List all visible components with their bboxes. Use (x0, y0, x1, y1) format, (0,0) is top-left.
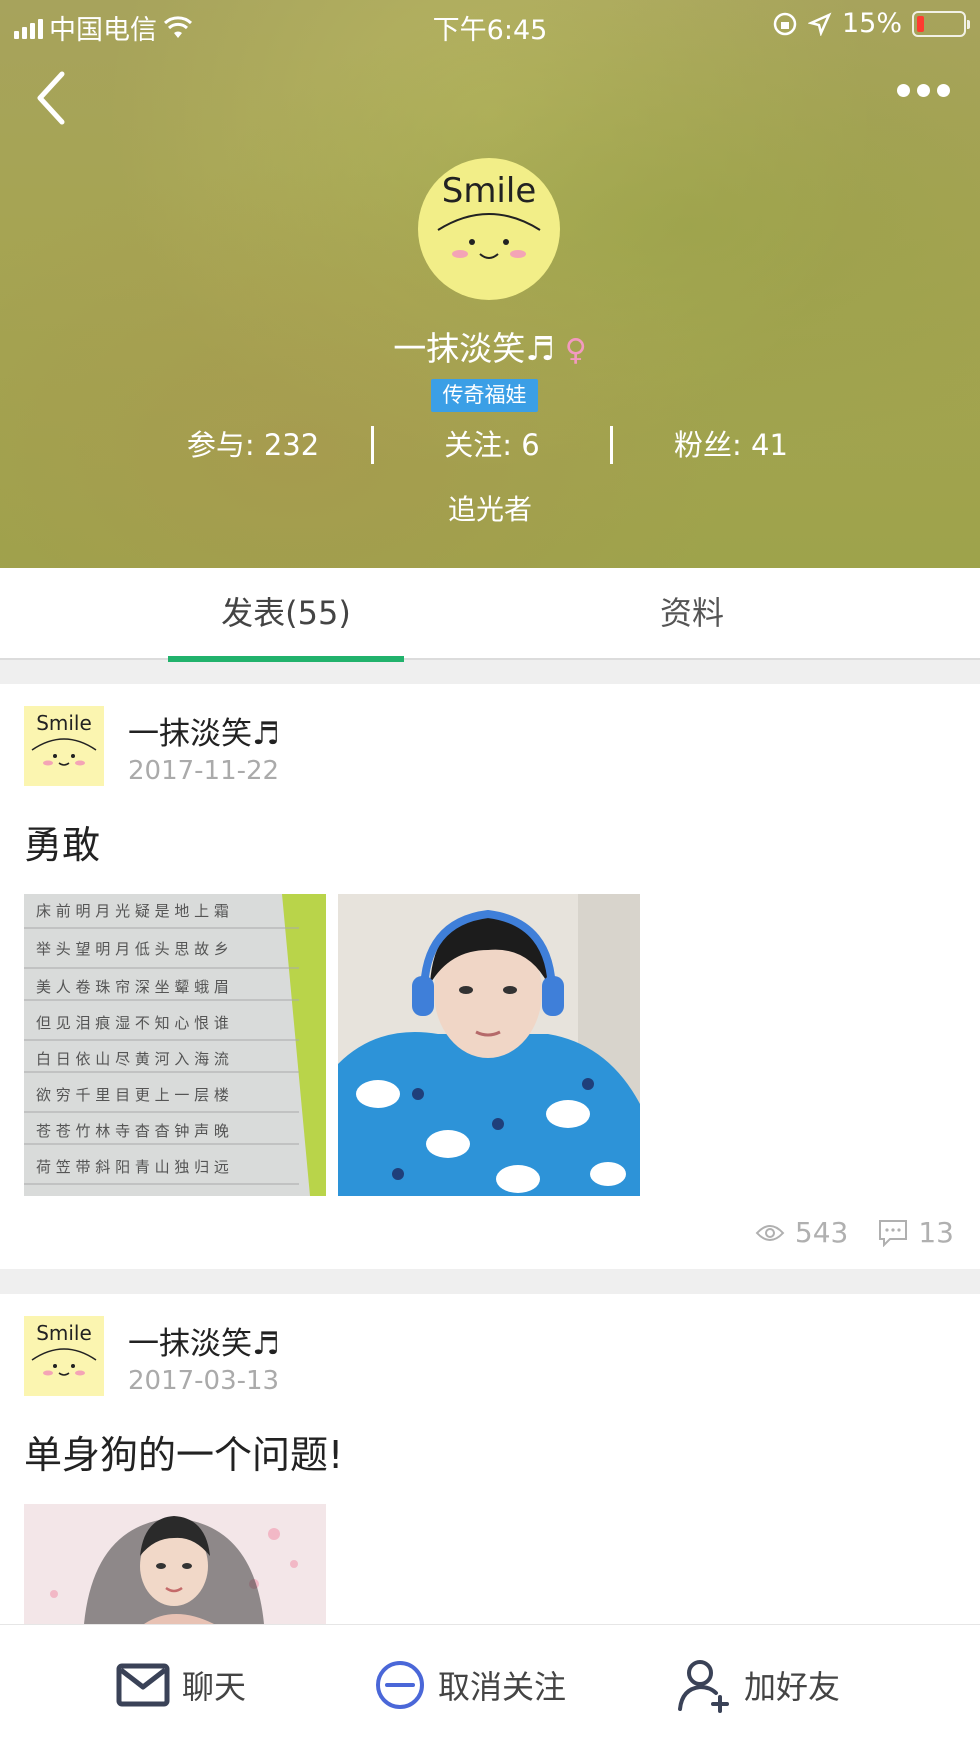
add-friend-label: 加好友 (744, 1667, 841, 1706)
chat-label: 聊天 (182, 1667, 247, 1706)
svg-text:Smile: Smile (36, 711, 92, 735)
tab-posts[interactable]: 发表(55) (168, 568, 404, 662)
battery-percent: 15% (841, 8, 902, 39)
svg-text:荷 笠 带 斜 阳 青 山 独 归 远: 荷 笠 带 斜 阳 青 山 独 归 远 (36, 1158, 229, 1176)
add-person-icon (678, 1659, 729, 1713)
svg-text:白 日 依 山 尽 黄 河 入 海 流: 白 日 依 山 尽 黄 河 入 海 流 (36, 1050, 229, 1068)
views: 543 (755, 1216, 848, 1249)
eye-icon (755, 1224, 785, 1241)
tab-profile-info[interactable]: 资料 (574, 568, 810, 660)
back-button[interactable] (32, 70, 82, 130)
comment-count: 13 (918, 1216, 954, 1249)
profile-name: 一抹淡笑♬ (393, 329, 555, 368)
post-card[interactable]: Smile 一抹淡笑♬ 2017-03-13 单身狗的一个问题! (0, 1294, 980, 1624)
comment-icon (879, 1219, 908, 1247)
stat-participation[interactable]: 参与: 232 (133, 422, 373, 468)
post-meta: 543 13 (755, 1216, 954, 1249)
profile-header: 中国电信 下午6:45 15% Smile 一抹淡笑♬ ♀ 传奇福娃 参与: 23… (0, 0, 980, 568)
status-bar: 中国电信 下午6:45 15% (0, 0, 980, 50)
svg-text:Smile: Smile (442, 171, 537, 211)
bottom-action-bar: 聊天 取消关注 加好友 (0, 1624, 980, 1743)
svg-text:举 头 望 明 月 低 头 思 故 乡: 举 头 望 明 月 低 头 思 故 乡 (36, 940, 229, 958)
post-avatar[interactable]: Smile (24, 1316, 104, 1396)
post-image-illustration[interactable] (24, 1504, 326, 1624)
svg-text:苍 苍 竹 林 寺 杳 杳 钟 声 晚: 苍 苍 竹 林 寺 杳 杳 钟 声 晚 (36, 1122, 229, 1140)
profile-name-row: 一抹淡笑♬ ♀ (0, 322, 980, 370)
location-icon (807, 12, 832, 36)
battery-icon (912, 10, 970, 37)
post-image-calligraphy[interactable]: 床 前 明 月 光 疑 是 地 上 霜 举 头 望 明 月 低 头 思 故 乡 … (24, 894, 326, 1196)
unfollow-label: 取消关注 (438, 1667, 567, 1706)
tab-active-indicator (168, 656, 404, 662)
view-count: 543 (794, 1216, 849, 1249)
profile-signature: 追光者 (447, 493, 532, 526)
add-friend-button[interactable]: 加好友 (676, 1625, 840, 1743)
tab-posts-label: 发表(55) (221, 594, 351, 632)
svg-text:美 人 卷 珠 帘 深 坐 颦 蛾 眉: 美 人 卷 珠 帘 深 坐 颦 蛾 眉 (36, 978, 229, 996)
profile-stats: 参与: 232 关注: 6 粉丝: 41 (0, 422, 980, 468)
post-author[interactable]: 一抹淡笑♬ (128, 1318, 280, 1363)
mail-icon (116, 1663, 170, 1706)
unfollow-button[interactable]: 取消关注 (374, 1625, 566, 1743)
profile-avatar[interactable]: Smile (418, 158, 560, 300)
post-card[interactable]: Smile 一抹淡笑♬ 2017-11-22 勇敢 床 前 明 月 光 疑 是 … (0, 684, 980, 1269)
post-title[interactable]: 勇敢 (24, 814, 100, 869)
comments[interactable]: 13 (878, 1216, 954, 1249)
svg-text:但 见 泪 痕 湿 不 知 心 恨 谁: 但 见 泪 痕 湿 不 知 心 恨 谁 (36, 1014, 229, 1032)
more-button[interactable] (897, 84, 950, 97)
post-date: 2017-11-22 (128, 756, 280, 786)
rotation-lock-icon (773, 12, 797, 35)
tab-profile-info-label: 资料 (659, 594, 724, 632)
svg-text:Smile: Smile (36, 1321, 92, 1345)
post-title[interactable]: 单身狗的一个问题! (24, 1424, 343, 1479)
level-badge: 传奇福娃 (431, 379, 538, 412)
post-avatar[interactable]: Smile (24, 706, 104, 786)
post-image-selfie[interactable] (338, 894, 640, 1196)
post-author[interactable]: 一抹淡笑♬ (128, 708, 280, 753)
stat-following[interactable]: 关注: 6 (372, 422, 612, 468)
female-icon: ♀ (564, 333, 587, 368)
chat-button[interactable]: 聊天 (116, 1625, 246, 1743)
svg-text:床 前 明 月 光 疑 是 地 上 霜: 床 前 明 月 光 疑 是 地 上 霜 (36, 902, 229, 920)
stat-followers[interactable]: 粉丝: 41 (611, 422, 851, 468)
post-date: 2017-03-13 (128, 1366, 280, 1396)
more-icon (897, 84, 910, 97)
svg-text:欲 穷 千 里 目 更 上 一 层 楼: 欲 穷 千 里 目 更 上 一 层 楼 (36, 1086, 229, 1104)
back-arrow-icon (37, 71, 65, 125)
minus-circle-icon (376, 1660, 424, 1709)
tab-bar: 发表(55) 资料 (0, 568, 980, 662)
